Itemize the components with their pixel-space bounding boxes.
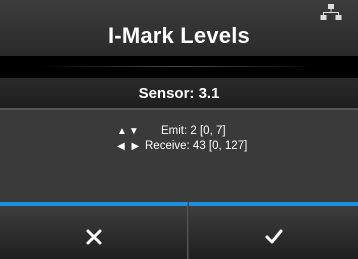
cancel-button[interactable] [0,202,188,259]
check-icon [265,229,282,243]
left-right-arrows-icon: ◀ ▶ [117,140,142,152]
sensor-label: Sensor: 3.1 [138,84,220,102]
page-title: I-Mark Levels [107,23,250,48]
emit-setting[interactable]: ▲▼ Emit: 2 [0, 7] [117,125,226,137]
settings-panel: ▲▼ Emit: 2 [0, 7] ◀ ▶ Receive: 43 [0, 12… [0,112,358,202]
emit-value: Emit: 2 [0, 7] [161,125,226,137]
ok-button[interactable] [189,202,358,259]
receive-setting[interactable]: ◀ ▶ Receive: 43 [0, 127] [117,140,247,152]
separator-band [0,56,358,78]
sensor-header: Sensor: 3.1 [0,78,358,110]
close-icon [86,229,101,244]
receive-value: Receive: 43 [0, 127] [145,140,248,152]
up-down-arrows-icon: ▲▼ [117,125,141,137]
network-icon [320,4,342,22]
title-bar: I-Mark Levels [0,0,358,56]
screen: I-Mark Levels Sensor: 3.1 ▲▼ Emit: 2 [0,… [0,0,358,259]
